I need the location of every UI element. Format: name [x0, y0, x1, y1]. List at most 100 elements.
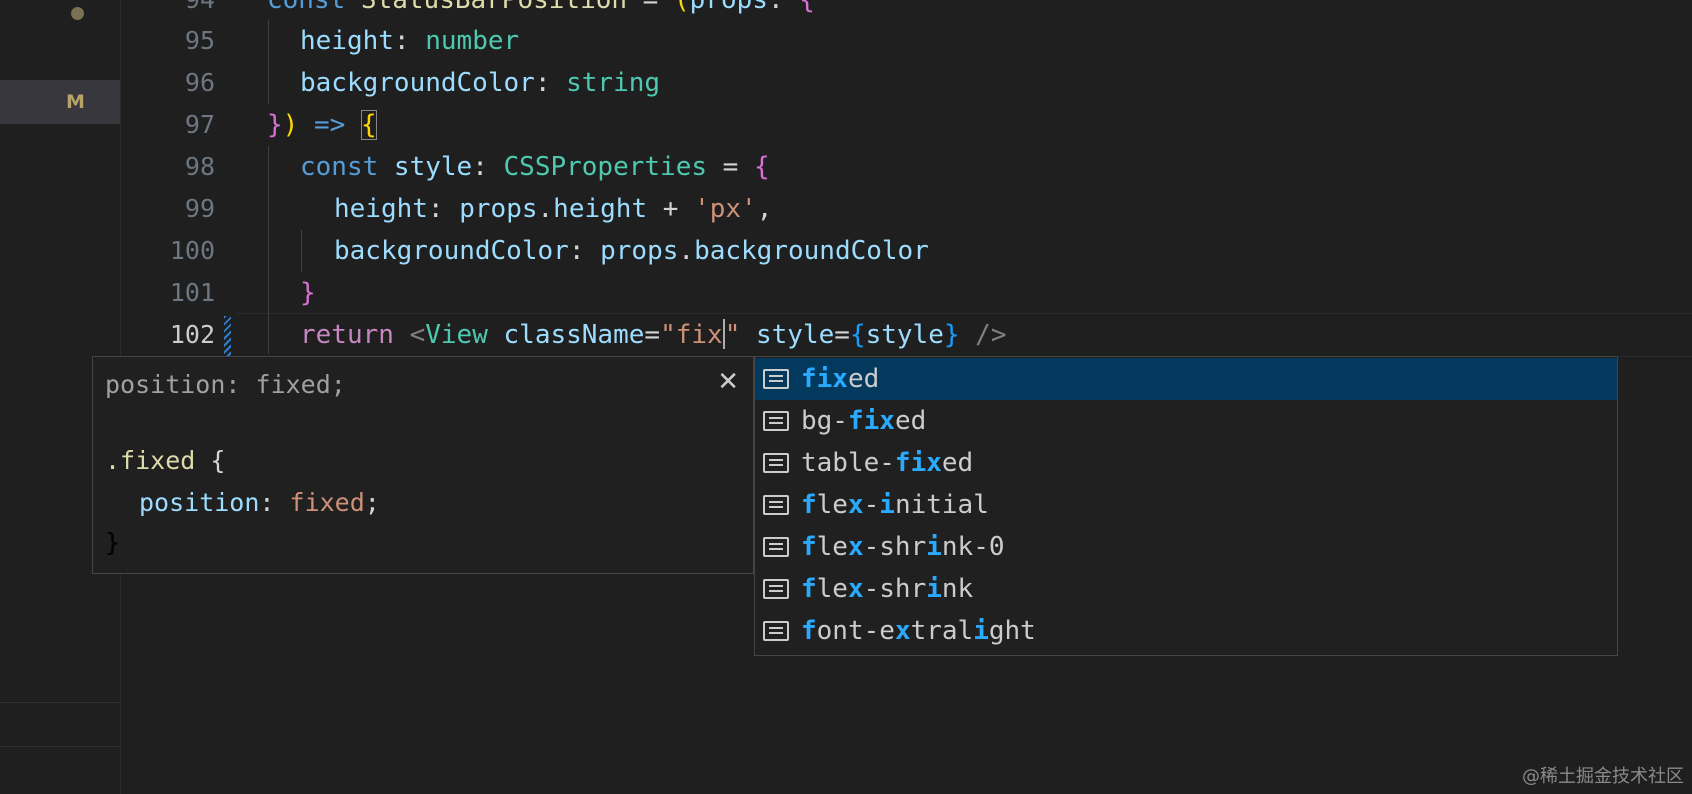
match-highlight: f — [801, 574, 817, 604]
match-highlight: x — [847, 574, 864, 604]
suggestion-item[interactable]: flex-shrink — [755, 568, 1617, 610]
token-punct: : — [393, 26, 426, 56]
token-operator: + — [647, 194, 695, 224]
suggestion-text: table- — [801, 448, 895, 478]
token-variable: style — [865, 320, 944, 350]
code-line-99[interactable]: height: props.height + 'px', — [334, 188, 772, 230]
code-line-100[interactable]: backgroundColor: props.backgroundColor — [334, 230, 929, 272]
suggestion-label: font-extralight — [801, 610, 1036, 652]
match-highlight: fix — [801, 364, 848, 394]
code-line-94[interactable]: const StatusBarPosition = (props: { — [267, 0, 815, 21]
token-bracket: { — [799, 0, 815, 15]
suggestion-text: - — [863, 490, 880, 520]
token-punct: , — [756, 194, 773, 224]
token-variable: style — [393, 152, 473, 182]
suggestion-item[interactable]: flex-shrink-0 — [755, 526, 1617, 568]
suggestion-label: bg-fixed — [801, 400, 926, 442]
css-value: fixed — [289, 488, 365, 517]
token-bracket: ) — [282, 110, 299, 140]
indent-guide — [301, 230, 302, 272]
token-operator: = — [627, 0, 674, 15]
suggestion-label: table-fixed — [801, 442, 973, 484]
suggestion-text: ed — [847, 364, 880, 394]
git-modified-badge: M — [66, 91, 85, 113]
token-component: View — [425, 320, 488, 350]
token-arrow: => — [298, 110, 361, 140]
token-type: number — [425, 26, 520, 56]
suggestion-text: nk-0 — [941, 532, 1005, 562]
token-string: 'px' — [694, 194, 757, 224]
suggestion-item[interactable]: flex-initial — [755, 484, 1617, 526]
indent-guide — [268, 146, 269, 354]
line-number: 101 — [169, 278, 215, 307]
css-selector: .fixed — [105, 446, 196, 475]
text-value-icon — [763, 579, 789, 599]
code-line-97[interactable]: }) => { — [267, 104, 377, 146]
line-number: 99 — [184, 194, 215, 223]
code-line-98[interactable]: const style: CSSProperties = { — [300, 146, 770, 188]
autocomplete-suggestion-list[interactable]: fixed bg-fixed table-fixed flex-initial flex… — [754, 356, 1618, 656]
indent-guide — [268, 20, 269, 104]
token-property: height — [553, 194, 648, 224]
suggestion-text: -shr — [863, 532, 927, 562]
match-highlight: i — [973, 616, 989, 646]
token-variable: props — [689, 0, 768, 15]
suggestion-text: bg- — [801, 406, 848, 436]
match-highlight: i — [926, 574, 942, 604]
explorer-active-file-row[interactable] — [0, 80, 120, 124]
token-bracket: { — [753, 152, 770, 182]
gutter-modified-indicator[interactable] — [224, 316, 231, 356]
suggestion-text: tral — [910, 616, 974, 646]
token-punct: . — [678, 236, 695, 266]
unsaved-dot-icon — [71, 7, 84, 20]
code-line-95[interactable]: height: number — [300, 20, 519, 62]
suggestion-item[interactable]: fixed — [755, 358, 1617, 400]
token-variable: props — [600, 236, 679, 266]
close-icon[interactable]: ✕ — [717, 367, 739, 397]
token-bracket: ( — [674, 0, 690, 15]
token-attribute: style — [756, 320, 835, 350]
token-type: string — [566, 68, 661, 98]
match-highlight: f — [801, 490, 817, 520]
suggestion-item[interactable]: table-fixed — [755, 442, 1617, 484]
text-value-icon — [763, 453, 789, 473]
token-property: height — [300, 26, 394, 56]
token-bracket: } — [943, 320, 960, 350]
token-punct: : — [767, 0, 800, 15]
token-tag-bracket: /> — [959, 320, 1007, 350]
text-value-icon — [763, 537, 789, 557]
suggestion-label: fixed — [801, 358, 879, 400]
sidebar-divider — [0, 746, 120, 747]
code-line-96[interactable]: backgroundColor: string — [300, 62, 660, 104]
match-highlight: f — [801, 532, 817, 562]
token-bracket: } — [300, 278, 316, 308]
match-highlight: i — [879, 490, 895, 520]
token-punct: : — [472, 152, 504, 182]
suggestion-text: ed — [894, 406, 927, 436]
token-property: height — [334, 194, 428, 224]
suggestion-item[interactable]: bg-fixed — [755, 400, 1617, 442]
token-bracket: } — [267, 110, 283, 140]
css-brace: { — [195, 446, 226, 475]
token-punct: : — [568, 236, 601, 266]
details-css-selector-line: .fixed { — [105, 443, 225, 479]
suggestion-text: -shr — [863, 574, 927, 604]
line-number: 98 — [184, 152, 215, 181]
css-property: position — [139, 488, 260, 517]
suggestion-item[interactable]: font-extralight — [755, 610, 1617, 652]
token-variable: props — [459, 194, 538, 224]
token-type: CSSProperties — [503, 152, 708, 182]
watermark: @稀土掘金技术社区 — [1522, 766, 1684, 787]
match-highlight: fix — [847, 406, 895, 436]
token-bracket: { — [849, 320, 866, 350]
text-value-icon — [763, 369, 789, 389]
suggestion-label: flex-shrink-0 — [801, 526, 1005, 568]
code-line-102[interactable]: return <View className="fix" style={styl… — [300, 314, 1007, 356]
code-line-101[interactable]: } — [300, 272, 316, 314]
details-css-close: } — [105, 528, 121, 557]
css-colon: : — [259, 488, 290, 517]
token-property: backgroundColor — [300, 68, 535, 98]
match-highlight: fix — [894, 448, 942, 478]
